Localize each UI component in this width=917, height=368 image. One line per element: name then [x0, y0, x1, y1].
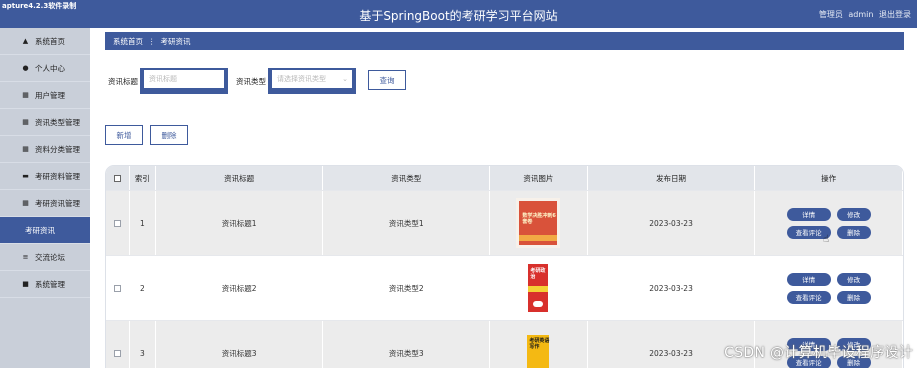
row-operations: 详情 修改 查看评论 删除	[786, 272, 871, 304]
header-operations: 操作	[755, 166, 903, 190]
sidebar-item-label: 考研资讯管理	[35, 198, 80, 208]
search-bar: 资讯标题 资讯标题 资讯类型 请选择资讯类型 ⌄ 查询	[108, 68, 406, 94]
row-checkbox[interactable]	[113, 284, 121, 292]
briefcase-icon: ■	[22, 280, 29, 288]
delete-button[interactable]: 删除	[836, 225, 871, 239]
top-header: apture4.2.3软件录制 基于SpringBoot的考研学习平台网站 管理…	[0, 0, 917, 28]
table-row: 1 资讯标题1 资讯类型1 数学决胜冲刺6套卷 2023-03-23 详情 修改…	[106, 190, 903, 255]
header-type: 资讯类型	[323, 166, 491, 190]
sidebar-item-exam-news-management[interactable]: ▦ 考研资讯管理	[0, 190, 90, 217]
sidebar-item-material-category-management[interactable]: ▦ 资料分类管理	[0, 136, 90, 163]
news-image: 考研政治	[519, 264, 557, 312]
sidebar-item-system-management[interactable]: ■ 系统管理	[0, 271, 90, 298]
breadcrumb-current: 考研资讯	[160, 36, 191, 46]
header-date: 发布日期	[588, 166, 756, 190]
type-select-placeholder: 请选择资讯类型	[277, 75, 326, 83]
sidebar-item-label: 考研资料管理	[35, 171, 80, 181]
sidebar-item-label: 系统管理	[35, 279, 65, 289]
row-index: 3	[130, 321, 156, 368]
sidebar: ▲ 系统首页 ● 个人中心 ▦ 用户管理 ▦ 资讯类型管理 ▦ 资料分类管理 ▬…	[0, 28, 90, 368]
header-title: 资讯标题	[156, 166, 324, 190]
home-icon: ▲	[22, 37, 29, 45]
view-comments-button[interactable]: 查看评论	[786, 290, 831, 304]
delete-button[interactable]: 删除	[836, 290, 871, 304]
table-row: 2 资讯标题2 资讯类型2 考研政治 2023-03-23 详情 修改 查看评论…	[106, 255, 903, 320]
detail-button[interactable]: 详情	[786, 207, 831, 221]
edit-button[interactable]: 修改	[836, 207, 871, 221]
sliders-icon: ≡	[22, 253, 29, 261]
query-button[interactable]: 查询	[368, 70, 406, 90]
sidebar-item-label: 用户管理	[35, 90, 65, 100]
sidebar-item-home[interactable]: ▲ 系统首页	[0, 28, 90, 55]
sidebar-item-forum[interactable]: ≡ 交流论坛	[0, 244, 90, 271]
title-search-placeholder[interactable]: 资讯标题	[144, 70, 224, 88]
user-info: 管理员 admin 退出登录	[816, 9, 911, 20]
sidebar-item-label: 交流论坛	[35, 252, 65, 262]
type-search-label: 资讯类型	[236, 77, 266, 86]
sidebar-item-label: 考研资讯	[25, 225, 55, 235]
title-search-label: 资讯标题	[108, 77, 138, 86]
user-role: 管理员	[818, 10, 843, 19]
watermark: CSDN @计算机毕设程序设计	[724, 345, 913, 361]
table-header: 索引 资讯标题 资讯类型 资讯图片 发布日期 操作	[106, 166, 903, 190]
row-date: 2023-03-23	[588, 191, 756, 255]
sidebar-item-label: 个人中心	[35, 63, 65, 73]
row-type: 资讯类型2	[323, 256, 491, 320]
grid-icon: ▦	[22, 199, 29, 207]
sidebar-item-label: 资讯类型管理	[35, 117, 80, 127]
title-search-input[interactable]: 资讯标题	[140, 68, 228, 94]
username: admin	[848, 10, 874, 19]
type-select[interactable]: 请选择资讯类型 ⌄	[268, 68, 356, 94]
detail-button[interactable]: 详情	[786, 272, 831, 286]
row-title: 资讯标题3	[156, 321, 324, 368]
breadcrumb-separator: ⋮	[148, 36, 156, 46]
row-type: 资讯类型1	[323, 191, 491, 255]
row-title: 资讯标题1	[156, 191, 324, 255]
cover-text: 考研政治	[530, 268, 546, 280]
breadcrumb-home[interactable]: 系统首页	[113, 36, 143, 47]
action-bar: 新增 删除	[105, 125, 195, 145]
row-date: 2023-03-23	[588, 256, 756, 320]
row-title: 资讯标题2	[156, 256, 324, 320]
row-type: 资讯类型3	[323, 321, 491, 368]
news-image: 考研英语写作	[519, 329, 557, 368]
news-table: 索引 资讯标题 资讯类型 资讯图片 发布日期 操作 1 资讯标题1 资讯类型1 …	[105, 165, 904, 368]
cover-text: 考研英语写作	[529, 338, 550, 350]
edit-button[interactable]: 修改	[836, 272, 871, 286]
video-icon: ▬	[22, 172, 29, 180]
header-image: 资讯图片	[490, 166, 588, 190]
sidebar-item-label: 系统首页	[35, 36, 65, 46]
site-title: 基于SpringBoot的考研学习平台网站	[359, 9, 558, 23]
row-checkbox[interactable]	[113, 219, 121, 227]
cover-text: 数学决胜冲刺6套卷	[522, 213, 556, 225]
grid-icon: ▦	[22, 91, 29, 99]
sidebar-item-exam-news[interactable]: 考研资讯	[0, 217, 90, 244]
sidebar-item-label: 资料分类管理	[35, 144, 80, 154]
sidebar-item-news-type-management[interactable]: ▦ 资讯类型管理	[0, 109, 90, 136]
select-all-checkbox[interactable]	[113, 174, 121, 182]
logout-link[interactable]: 退出登录	[879, 10, 911, 19]
breadcrumb: 系统首页 ⋮ 考研资讯	[105, 32, 904, 50]
batch-delete-button[interactable]: 删除	[150, 125, 188, 145]
header-index: 索引	[130, 166, 156, 190]
row-index: 2	[130, 256, 156, 320]
mouse-pointer-icon: ☝	[823, 234, 830, 245]
row-checkbox[interactable]	[113, 349, 121, 357]
row-index: 1	[130, 191, 156, 255]
sidebar-item-exam-material-management[interactable]: ▬ 考研资料管理	[0, 163, 90, 190]
sidebar-item-user-management[interactable]: ▦ 用户管理	[0, 82, 90, 109]
grid-icon: ▦	[22, 145, 29, 153]
news-image: 数学决胜冲刺6套卷	[516, 198, 561, 248]
chevron-down-icon: ⌄	[342, 75, 348, 83]
sidebar-item-personal-center[interactable]: ● 个人中心	[0, 55, 90, 82]
person-icon: ●	[22, 64, 29, 72]
grid-icon: ▦	[22, 118, 29, 126]
add-button[interactable]: 新增	[105, 125, 143, 145]
